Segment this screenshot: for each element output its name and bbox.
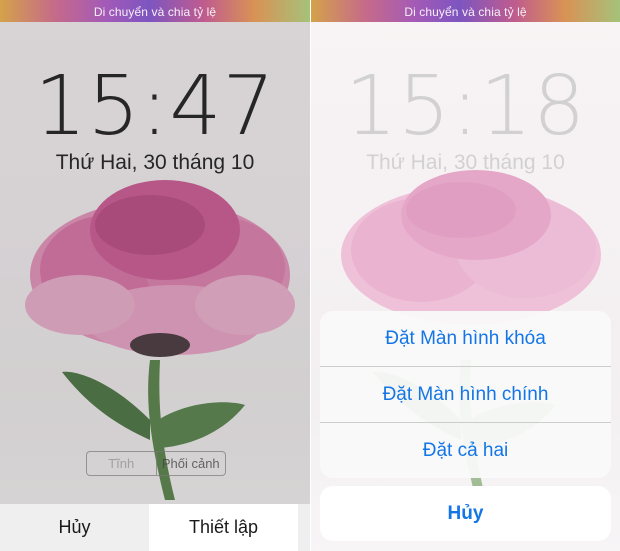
bottom-toolbar: Hủy Thiết lập xyxy=(0,504,310,551)
set-button[interactable]: Thiết lập xyxy=(149,504,298,551)
wallpaper-preview-panel: Di chuyển và chia tỷ lệ 15:47 Thứ Hai, 3… xyxy=(0,0,310,551)
lock-screen-date: Thứ Hai, 30 tháng 10 xyxy=(366,151,565,174)
banner: Di chuyển và chia tỷ lệ xyxy=(0,0,310,22)
lock-screen-time: 15:18 xyxy=(344,59,587,154)
lock-screen-date: Thứ Hai, 30 tháng 10 xyxy=(55,151,255,174)
perspective-mode-control[interactable]: Tĩnh Phối cảnh xyxy=(86,451,226,476)
perspective-mode-segment[interactable]: Phối cảnh xyxy=(155,452,226,475)
banner-text: Di chuyển và chia tỷ lệ xyxy=(404,5,527,19)
banner: Di chuyển và chia tỷ lệ xyxy=(311,0,620,22)
set-both-option[interactable]: Đặt cả hai xyxy=(320,423,611,478)
set-lock-screen-option[interactable]: Đặt Màn hình khóa xyxy=(320,311,611,367)
action-sheet-cancel-button[interactable]: Hủy xyxy=(320,486,611,541)
screenshot-stage: Di chuyển và chia tỷ lệ 15:47 Thứ Hai, 3… xyxy=(0,0,620,551)
set-home-screen-option[interactable]: Đặt Màn hình chính xyxy=(320,367,611,423)
banner-text: Di chuyển và chia tỷ lệ xyxy=(93,5,217,19)
cancel-button[interactable]: Hủy xyxy=(0,504,149,551)
still-mode-segment[interactable]: Tĩnh xyxy=(87,452,156,475)
lock-screen-time: 15:47 xyxy=(34,59,276,154)
set-wallpaper-panel: Di chuyển và chia tỷ lệ 15:18 Thứ Hai, 3… xyxy=(311,0,620,551)
set-wallpaper-action-sheet: Đặt Màn hình khóa Đặt Màn hình chính Đặt… xyxy=(320,311,611,478)
